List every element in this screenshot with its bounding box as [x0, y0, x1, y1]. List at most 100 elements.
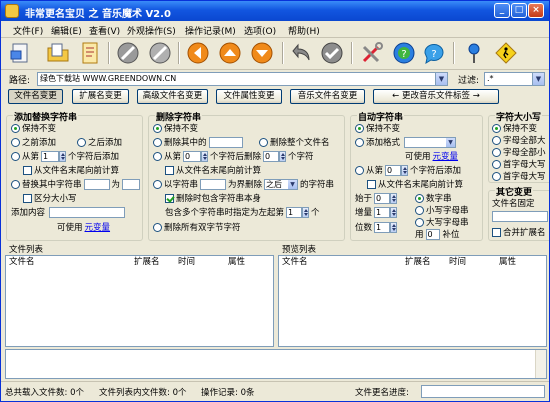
first-upper-radio-2[interactable]: 首字母大写: [492, 170, 546, 182]
include-n-input[interactable]: 1: [286, 206, 303, 218]
add-content-input[interactable]: [49, 206, 126, 218]
fixed-name-input[interactable]: [492, 210, 548, 222]
include-self-check[interactable]: 删除时包含字符串本身: [165, 192, 261, 204]
by-string-radio[interactable]: 以字符串 为界删除 之后 ▼ 的字符串: [153, 178, 334, 190]
delete-nth-spinner[interactable]: [201, 150, 209, 162]
filter-combobox[interactable]: .* ▼: [484, 72, 545, 86]
direction-select[interactable]: 之后 ▼: [264, 178, 299, 190]
delete-count-spinner[interactable]: [279, 150, 287, 162]
file-col-ext[interactable]: 扩展名: [134, 256, 160, 268]
delete-in-input[interactable]: [208, 136, 243, 148]
include-n-spinner[interactable]: [302, 206, 310, 218]
file-list[interactable]: 文件名 扩展名 时间 属性: [5, 255, 274, 347]
pin-icon[interactable]: [461, 40, 487, 66]
digits-spinner[interactable]: [390, 221, 398, 233]
preview-col-name[interactable]: 文件名: [282, 256, 308, 268]
tools-icon[interactable]: [359, 40, 385, 66]
delete-from-nth-radio[interactable]: 从第 0 个字符后删除 0 个字符: [153, 150, 314, 162]
variables-link[interactable]: 元变量: [85, 221, 111, 233]
auto-nth-input[interactable]: 0: [385, 164, 402, 176]
auto-from-nth-radio[interactable]: 从第 0 个字符后添加: [355, 164, 461, 176]
prepend-radio[interactable]: 之前添加: [11, 136, 56, 148]
uppercase-string-radio[interactable]: 大写字母串: [415, 216, 469, 228]
first-upper-radio[interactable]: 首字母大写: [492, 158, 546, 170]
confirm-icon[interactable]: [319, 40, 345, 66]
arrow-up-icon[interactable]: [217, 40, 243, 66]
arrow-down-icon[interactable]: [249, 40, 275, 66]
format-select[interactable]: ▼: [404, 136, 457, 148]
advanced-filename-button[interactable]: 高级文件名变更: [137, 89, 208, 104]
chevron-down-icon[interactable]: ▼: [435, 73, 447, 85]
increment-input[interactable]: 1: [374, 206, 391, 218]
add-format-radio[interactable]: 添加格式 ▼: [355, 136, 457, 148]
hint-icon[interactable]: ?: [421, 40, 447, 66]
from-end-check[interactable]: 从文件名末尾向前计算: [23, 164, 119, 176]
menu-view[interactable]: 查看(V): [89, 24, 120, 37]
number-string-radio[interactable]: 数字串: [415, 192, 452, 204]
open-folder-icon[interactable]: [45, 40, 71, 66]
file-attribute-button[interactable]: 文件属性变更: [216, 89, 282, 104]
delete-double-byte-radio[interactable]: 删除所有双字节字符: [153, 221, 241, 233]
merge-ext-check[interactable]: 合并扩展名: [492, 226, 546, 238]
walk-icon[interactable]: [493, 40, 519, 66]
all-lower-radio[interactable]: 字母全部小: [492, 146, 546, 158]
music-tag-button[interactable]: ← 更改音乐文件标签 →: [373, 89, 499, 104]
open-file-icon[interactable]: [7, 40, 33, 66]
replace-as-input[interactable]: [122, 178, 141, 190]
arrow-left-icon[interactable]: [185, 40, 211, 66]
file-col-name[interactable]: 文件名: [9, 256, 35, 268]
log-area[interactable]: [5, 349, 547, 379]
case-sensitive-check[interactable]: 区分大小写: [23, 192, 77, 204]
digits-input[interactable]: 1: [374, 221, 391, 233]
path-combobox[interactable]: 绿色下载站 WWW.GREENDOWN.CN ▼: [37, 72, 448, 86]
title-bar[interactable]: 非常更名宝贝 之 音乐魔术 V2.0 _ □ ×: [1, 1, 549, 21]
menu-operation-log[interactable]: 操作记录(M): [185, 24, 236, 37]
document-icon[interactable]: [77, 40, 103, 66]
start-input[interactable]: 0: [374, 192, 391, 204]
lowercase-string-radio[interactable]: 小写字母串: [415, 204, 469, 216]
auto-keep-radio[interactable]: 保持不变: [355, 122, 400, 134]
append-radio[interactable]: 之后添加: [77, 136, 122, 148]
menu-file[interactable]: 文件(F): [13, 24, 43, 37]
filename-change-button[interactable]: 文件名变更: [8, 89, 63, 104]
case-keep-radio[interactable]: 保持不变: [492, 122, 537, 134]
delete-count-input[interactable]: 0: [263, 150, 280, 162]
log-scrollbar[interactable]: [535, 350, 546, 378]
preview-col-attr[interactable]: 属性: [499, 256, 516, 268]
auto-from-end-check[interactable]: 从文件名末尾向前计算: [367, 178, 463, 190]
increment-spinner[interactable]: [390, 206, 398, 218]
maximize-button[interactable]: □: [511, 3, 527, 18]
pad-input[interactable]: 0: [425, 228, 440, 240]
preview-list[interactable]: 文件名 扩展名 时间 属性: [278, 255, 547, 347]
chevron-down-icon[interactable]: ▼: [532, 73, 544, 85]
cancel-icon[interactable]: [147, 40, 173, 66]
stop-icon[interactable]: [115, 40, 141, 66]
menu-edit[interactable]: 编辑(E): [51, 24, 82, 37]
start-spinner[interactable]: [390, 192, 398, 204]
delete-in-radio[interactable]: 删除其中的: [153, 136, 243, 148]
extension-change-button[interactable]: 扩展名变更: [72, 89, 129, 104]
auto-variables-link[interactable]: 元变量: [433, 150, 459, 162]
boundary-input[interactable]: [200, 178, 227, 190]
nth-input[interactable]: 1: [41, 150, 60, 162]
minimize-button[interactable]: _: [494, 3, 510, 18]
delete-all-radio[interactable]: 删除整个文件名: [259, 136, 330, 148]
file-col-attr[interactable]: 属性: [228, 256, 245, 268]
keep-radio[interactable]: 保持不变: [11, 122, 56, 134]
replace-radio[interactable]: 替换其中字符串 为: [11, 178, 141, 190]
all-upper-radio[interactable]: 字母全部大: [492, 134, 546, 146]
delete-from-end-check[interactable]: 从文件名末尾向前计算: [165, 164, 261, 176]
preview-col-ext[interactable]: 扩展名: [405, 256, 431, 268]
auto-nth-spinner[interactable]: [401, 164, 409, 176]
menu-options[interactable]: 选项(O): [244, 24, 276, 37]
file-col-time[interactable]: 时间: [178, 256, 195, 268]
nth-spinner[interactable]: [59, 150, 67, 162]
from-nth-radio[interactable]: 从第 1 个字符后添加: [11, 150, 119, 162]
help-icon[interactable]: ?: [391, 40, 417, 66]
music-filename-button[interactable]: 音乐文件名变更: [290, 89, 365, 104]
undo-icon[interactable]: [289, 40, 315, 66]
preview-col-time[interactable]: 时间: [449, 256, 466, 268]
delete-keep-radio[interactable]: 保持不变: [153, 122, 198, 134]
close-button[interactable]: ×: [528, 3, 544, 18]
menu-appearance[interactable]: 外观操作(S): [127, 24, 176, 37]
